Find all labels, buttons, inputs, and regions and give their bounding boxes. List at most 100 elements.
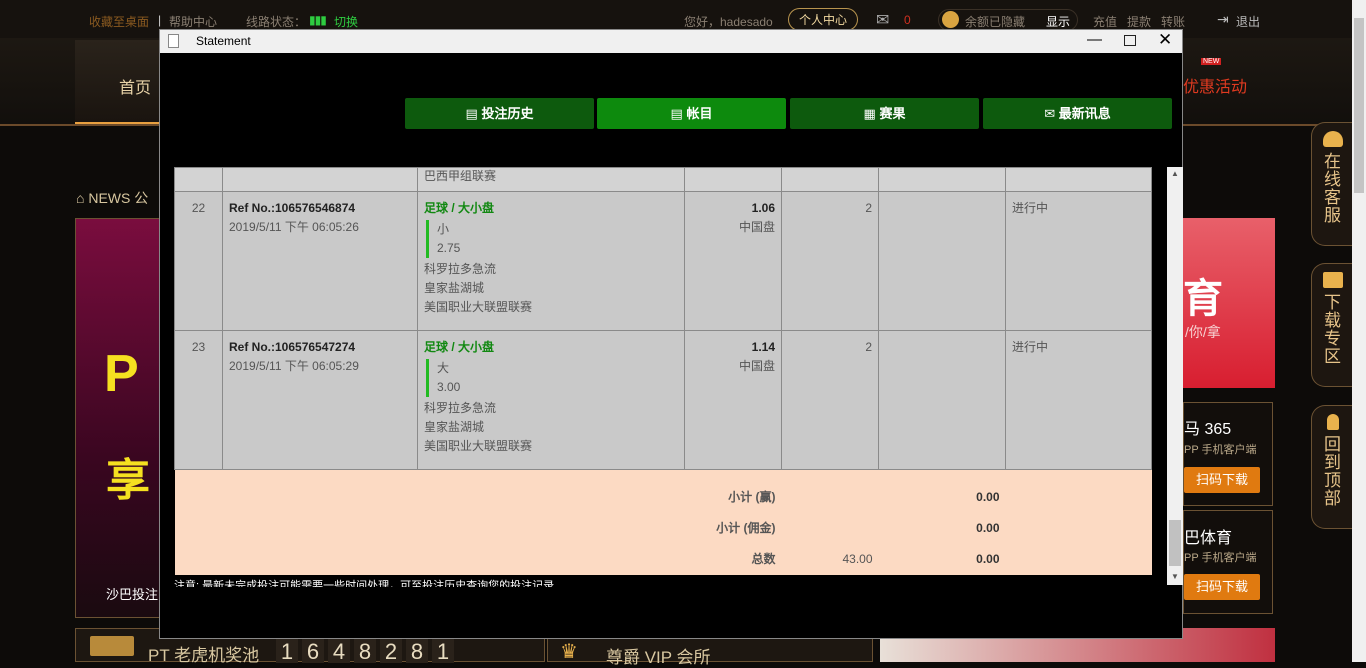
totals-label: 总数 (174, 543, 782, 575)
win-loss (878, 191, 1006, 331)
totals-row: 小计 (赢) 0.00 (174, 481, 1152, 513)
league: 美国职业大联盟联赛 (424, 439, 533, 453)
odds: 1.06 (751, 201, 775, 215)
back-to-top-button[interactable]: 回到顶部 (1311, 405, 1353, 529)
row-number: 22 (174, 191, 223, 331)
bet-status: 进行中 (1005, 330, 1152, 470)
tab-label: 帐目 (686, 106, 713, 121)
table-row: 22 Ref No.:106576546874 2019/5/11 下午 06:0… (174, 191, 1152, 331)
new-badge: NEW (1201, 58, 1222, 65)
row-number: 23 (174, 330, 223, 470)
side-label: 下载专区 (1324, 293, 1341, 366)
totals-label: 小计 (赢) (174, 481, 782, 513)
tab-statement[interactable]: ▤ 帐目 (597, 98, 786, 129)
bookmark-link[interactable]: 收藏至桌面 (89, 13, 149, 30)
ref-number: Ref No.:106576546874 (229, 201, 356, 215)
headset-icon (1323, 131, 1343, 147)
win-loss (878, 330, 1006, 470)
minimize-button[interactable]: — (1087, 31, 1102, 48)
slot-machine-icon (90, 636, 134, 656)
jackpot-digit: 1 (276, 637, 298, 664)
stake: 2 (781, 191, 879, 331)
stake: 2 (781, 330, 879, 470)
bet-time: 2019/5/11 下午 06:05:29 (229, 359, 359, 373)
league: 美国职业大联盟联赛 (424, 300, 533, 314)
totals-value: 0.00 (878, 512, 1006, 544)
switch-link[interactable]: 切换 (334, 13, 358, 30)
message-count: 0 (904, 13, 911, 27)
clipboard-icon: ▤ (465, 106, 482, 121)
scrollbar-thumb[interactable] (1354, 18, 1364, 193)
sport-market: 足球 / 大小盘 (424, 201, 495, 215)
download-button[interactable]: 下载专区 (1311, 263, 1353, 387)
scroll-up-arrow[interactable]: ▲ (1171, 169, 1179, 178)
logout-link[interactable]: 退出 (1236, 13, 1260, 30)
table-row: 巴西甲组联赛 (174, 167, 1152, 192)
greeting: 您好，hadesado (684, 15, 773, 29)
jackpot-digit: 6 (302, 637, 324, 664)
app-title: 巴体育 (1184, 530, 1233, 547)
logout-icon[interactable]: ⇥ (1217, 11, 1229, 28)
banner-logo-char: 享 (106, 456, 150, 505)
online-service-button[interactable]: 在线客服 (1311, 122, 1353, 246)
scan-download-button[interactable]: 扫码下载 (1184, 467, 1260, 493)
transfer-link[interactable]: 转账 (1161, 13, 1185, 30)
withdraw-link[interactable]: 提款 (1127, 13, 1151, 30)
totals-value: 0.00 (878, 543, 1006, 575)
jackpot-digit: 2 (380, 637, 402, 664)
odds-type: 中国盘 (738, 359, 775, 373)
home-team: 科罗拉多急流 (424, 401, 497, 415)
selection: 小 (437, 222, 450, 236)
tab-news[interactable]: ✉ 最新讯息 (983, 98, 1172, 129)
scrollbar-thumb[interactable] (1169, 520, 1181, 566)
table-scrollbar[interactable]: ▲ ▼ (1167, 167, 1183, 585)
rocket-icon (1327, 414, 1339, 430)
odds-type: 中国盘 (738, 220, 775, 234)
scan-download-button[interactable]: 扫码下载 (1184, 574, 1260, 600)
side-label: 在线客服 (1324, 152, 1341, 225)
tab-bet-history[interactable]: ▤ 投注历史 (405, 98, 594, 129)
app-subtitle: PP 手机客户端 (1184, 552, 1257, 564)
sports-banner[interactable]: 育 /你/拿 (1183, 218, 1275, 388)
league: 巴西甲组联赛 (417, 167, 685, 192)
statement-table-scroll[interactable]: 巴西甲组联赛 22 Ref No.:106576546874 2019/5/11 … (174, 167, 1167, 585)
statement-table: 巴西甲组联赛 22 Ref No.:106576546874 2019/5/11 … (174, 167, 1152, 575)
show-balance-button[interactable]: 显示 (1046, 13, 1070, 30)
ledger-icon: ▤ (670, 106, 687, 121)
app-title: 马 365 (1184, 421, 1232, 438)
banner-caption: 沙巴投注 (106, 587, 159, 602)
bet-time: 2019/5/11 下午 06:05:26 (229, 220, 359, 234)
handicap-line: 3.00 (437, 380, 461, 394)
news-heading: ⌂ NEWS 公 (76, 188, 148, 208)
side-label: 回到顶部 (1324, 435, 1341, 508)
maximize-button[interactable] (1124, 35, 1136, 46)
odds: 1.14 (751, 340, 775, 354)
table-row: 23 Ref No.:106576547274 2019/5/11 下午 06:0… (174, 330, 1152, 470)
tab-label: 最新讯息 (1058, 106, 1111, 121)
bet-status: 进行中 (1005, 191, 1152, 331)
balance-hidden: 余额已隐藏 (965, 15, 1026, 29)
help-link[interactable]: 帮助中心 (169, 13, 217, 30)
mail-icon[interactable]: ✉ (876, 10, 889, 30)
document-icon (168, 34, 179, 48)
totals-row: 总数 43.00 0.00 (174, 543, 1152, 575)
line-status-label: 线路状态： (246, 15, 307, 29)
close-button[interactable]: ✕ (1158, 30, 1172, 50)
personal-center-button[interactable]: 个人中心 (788, 8, 859, 31)
tab-results[interactable]: ▦ 赛果 (790, 98, 979, 129)
selection: 大 (437, 361, 450, 375)
promo-banner[interactable]: P 享 沙巴投注 (75, 218, 165, 618)
divider: | (158, 13, 162, 27)
totals-stake (781, 512, 879, 544)
jackpot-digits: 1648281 (276, 637, 454, 664)
scroll-down-arrow[interactable]: ▼ (1171, 572, 1179, 581)
coin-icon (942, 11, 959, 28)
jackpot-digit: 4 (328, 637, 350, 664)
page-scrollbar[interactable] (1352, 0, 1366, 662)
nav-home-label: 首页 (119, 80, 152, 97)
app-subtitle: PP 手机客户端 (1184, 444, 1257, 456)
deposit-link[interactable]: 充值 (1093, 13, 1117, 30)
results-icon: ▦ (863, 106, 880, 121)
ref-number: Ref No.:106576547274 (229, 340, 356, 354)
nav-promo[interactable]: 优惠活动 (1183, 73, 1247, 97)
